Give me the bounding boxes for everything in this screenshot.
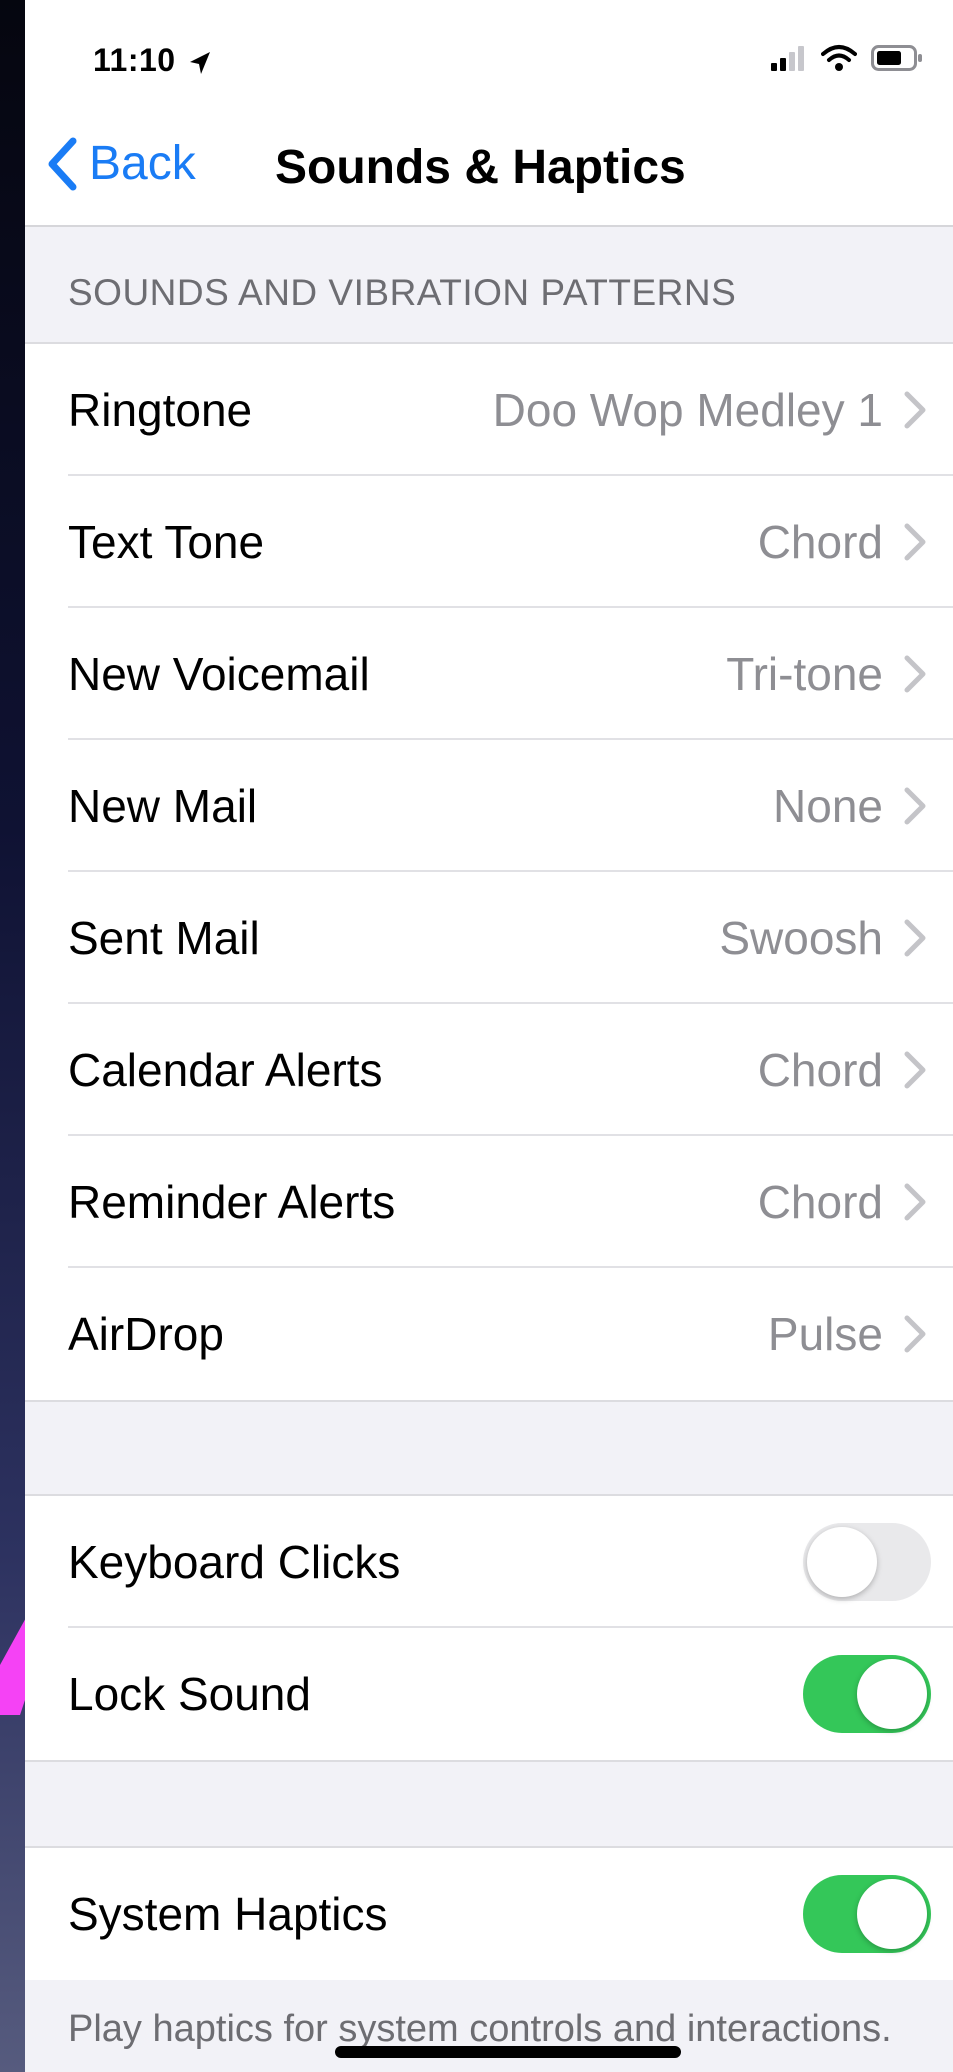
chevron-right-icon (904, 523, 926, 561)
setting-row-keyboard-clicks: Keyboard Clicks (25, 1496, 953, 1628)
settings-screen: 11:10 Back Sounds & Haptics SOUNDS AND V… (25, 0, 953, 2072)
page-title: Sounds & Haptics (275, 141, 686, 194)
setting-row-reminder-alerts[interactable]: Reminder Alerts Chord (25, 1136, 953, 1268)
section-header-sounds: SOUNDS AND VIBRATION PATTERNS (68, 272, 737, 313)
back-chevron-icon (48, 137, 77, 190)
setting-row-calendar-alerts[interactable]: Calendar Alerts Chord (25, 1004, 953, 1136)
setting-row-airdrop[interactable]: AirDrop Pulse (25, 1268, 953, 1400)
sounds-list: Ringtone Doo Wop Medley 1 Text Tone Chor… (25, 342, 953, 1402)
setting-row-system-haptics: System Haptics (25, 1848, 953, 1980)
system-haptics-toggle[interactable] (803, 1875, 931, 1953)
setting-row-sent-mail[interactable]: Sent Mail Swoosh (25, 872, 953, 1004)
setting-row-new-voicemail[interactable]: New Voicemail Tri-tone (25, 608, 953, 740)
chevron-right-icon (904, 1183, 926, 1221)
chevron-right-icon (904, 787, 926, 825)
battery-icon (871, 45, 922, 71)
setting-row-lock-sound: Lock Sound (25, 1628, 953, 1760)
toggle-knob (857, 1879, 927, 1949)
toggle-knob (807, 1527, 877, 1597)
status-time: 11:10 (93, 42, 211, 79)
haptics-list: System Haptics (25, 1846, 953, 1980)
setting-row-ringtone[interactable]: Ringtone Doo Wop Medley 1 (25, 344, 953, 476)
chevron-right-icon (904, 919, 926, 957)
chevron-right-icon (904, 391, 926, 429)
wifi-icon (821, 45, 857, 71)
chevron-right-icon (904, 1051, 926, 1089)
sound-toggles-list: Keyboard Clicks Lock Sound (25, 1494, 953, 1762)
home-indicator[interactable] (335, 2046, 681, 2058)
chevron-right-icon (904, 1315, 926, 1353)
lock-sound-toggle[interactable] (803, 1655, 931, 1733)
setting-row-text-tone[interactable]: Text Tone Chord (25, 476, 953, 608)
cellular-signal-icon (771, 46, 804, 71)
status-bar: 11:10 (25, 0, 953, 120)
setting-row-new-mail[interactable]: New Mail None (25, 740, 953, 872)
status-icons (771, 44, 923, 72)
keyboard-clicks-toggle[interactable] (803, 1523, 931, 1601)
location-arrow-icon (189, 51, 210, 74)
toggle-knob (857, 1659, 927, 1729)
chevron-right-icon (904, 655, 926, 693)
navigation-bar: Back Sounds & Haptics (25, 120, 953, 227)
back-label: Back (89, 137, 196, 190)
back-button[interactable]: Back (47, 136, 196, 191)
